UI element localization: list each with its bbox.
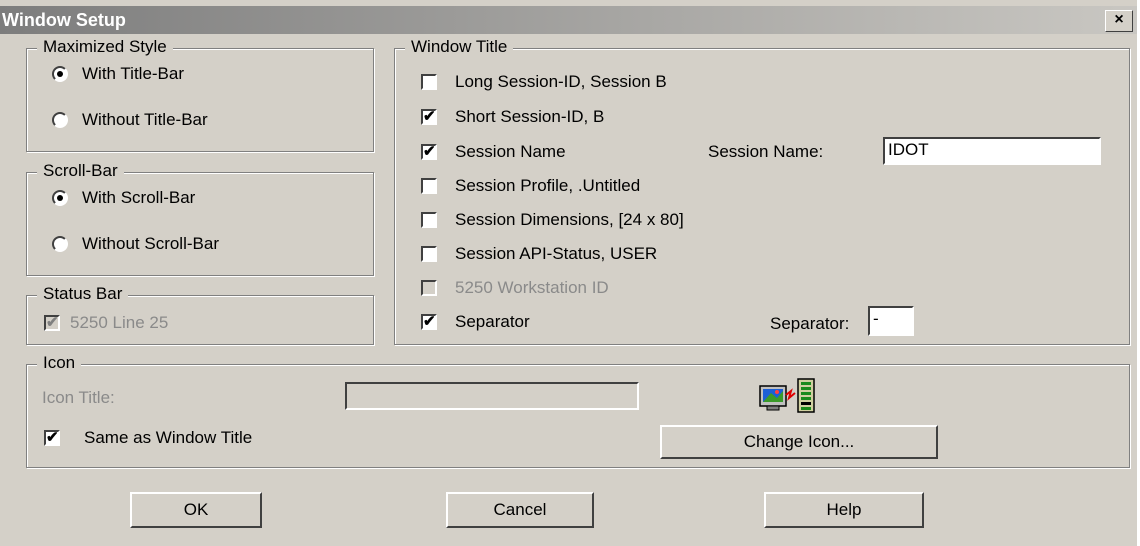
check-icon: ✔ [423, 313, 436, 330]
without-title-bar-label[interactable]: Without Title-Bar [82, 110, 208, 130]
cancel-button[interactable]: Cancel [446, 492, 594, 528]
check-icon: ✔ [46, 429, 59, 446]
session-name-input[interactable]: IDOT [883, 137, 1101, 165]
session-dimensions-checkbox[interactable] [421, 212, 437, 228]
check-icon: ✔ [46, 314, 59, 331]
icon-title-input[interactable] [345, 382, 639, 410]
session-name-checkbox[interactable]: ✔ [421, 144, 437, 160]
window-title-legend: Window Title [405, 37, 514, 57]
with-scroll-bar-label[interactable]: With Scroll-Bar [82, 188, 195, 208]
close-icon: × [1114, 11, 1124, 28]
separator-label[interactable]: Separator [455, 312, 530, 332]
separator-checkbox[interactable]: ✔ [421, 314, 437, 330]
session-name-field-label: Session Name: [708, 142, 824, 161]
change-icon-button-label: Change Icon... [743, 432, 855, 451]
workstation-id-label: 5250 Workstation ID [455, 278, 609, 297]
status-bar-legend: Status Bar [37, 284, 129, 304]
icon-legend: Icon [37, 353, 82, 373]
icon-group: Icon [26, 353, 1130, 468]
window-title-group: Window Title [394, 37, 1130, 345]
session-monitor-icon [759, 378, 815, 413]
separator-field-label: Separator: [770, 314, 850, 333]
session-dimensions-label[interactable]: Session Dimensions, [24 x 80] [455, 210, 684, 230]
short-session-id-checkbox[interactable]: ✔ [421, 109, 437, 125]
ok-button-label: OK [183, 500, 209, 519]
title-bar[interactable]: Window Setup × [0, 6, 1137, 34]
scroll-bar-legend: Scroll-Bar [37, 161, 124, 181]
help-button[interactable]: Help [764, 492, 924, 528]
session-profile-label[interactable]: Session Profile, .Untitled [455, 176, 640, 196]
without-scroll-bar-radio[interactable] [52, 236, 68, 252]
radio-dot [57, 195, 63, 201]
long-session-id-checkbox[interactable] [421, 74, 437, 90]
close-button[interactable]: × [1105, 10, 1133, 32]
check-icon: ✔ [423, 108, 436, 125]
cancel-button-label: Cancel [493, 500, 547, 519]
session-name-label[interactable]: Session Name [455, 142, 566, 162]
line-25-label: 5250 Line 25 [70, 313, 169, 332]
session-profile-checkbox[interactable] [421, 178, 437, 194]
maximized-style-group: Maximized Style [26, 37, 374, 152]
with-title-bar-label[interactable]: With Title-Bar [82, 64, 184, 84]
window-setup-dialog: Window Setup × Maximized Style With Titl… [0, 0, 1137, 546]
icon-title-label: Icon Title: [42, 388, 115, 407]
with-title-bar-radio[interactable] [52, 66, 68, 82]
session-api-status-label[interactable]: Session API-Status, USER [455, 244, 657, 264]
same-as-window-title-label[interactable]: Same as Window Title [84, 428, 252, 448]
scroll-bar-group: Scroll-Bar [26, 161, 374, 276]
maximized-style-legend: Maximized Style [37, 37, 173, 57]
line-25-checkbox[interactable]: ✔ [44, 315, 60, 331]
help-button-label: Help [826, 500, 862, 519]
radio-dot [57, 71, 63, 77]
without-scroll-bar-label[interactable]: Without Scroll-Bar [82, 234, 219, 254]
change-icon-button[interactable]: Change Icon... [660, 425, 938, 459]
window-title: Window Setup [2, 10, 126, 30]
long-session-id-label[interactable]: Long Session-ID, Session B [455, 72, 667, 92]
short-session-id-label[interactable]: Short Session-ID, B [455, 107, 604, 127]
separator-input[interactable]: - [868, 306, 914, 336]
workstation-id-checkbox[interactable] [421, 280, 437, 296]
same-as-window-title-checkbox[interactable]: ✔ [44, 430, 60, 446]
check-icon: ✔ [423, 143, 436, 160]
session-api-status-checkbox[interactable] [421, 246, 437, 262]
with-scroll-bar-radio[interactable] [52, 190, 68, 206]
ok-button[interactable]: OK [130, 492, 262, 528]
without-title-bar-radio[interactable] [52, 112, 68, 128]
